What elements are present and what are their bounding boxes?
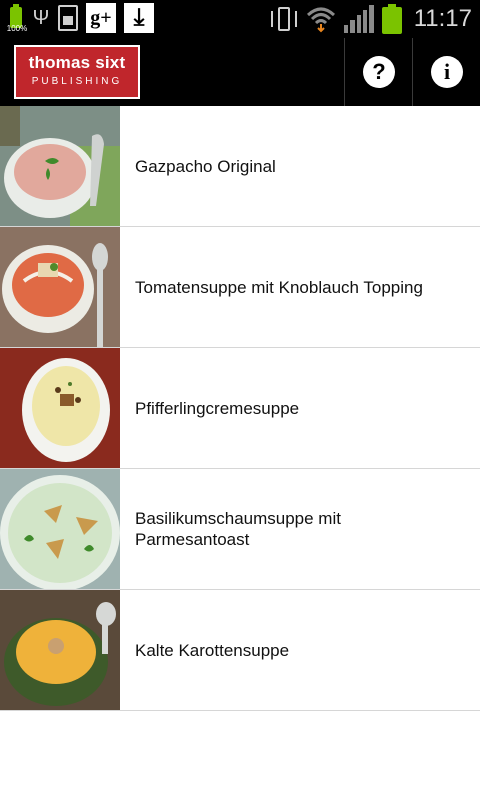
recipe-thumbnail [0,227,120,347]
clock: 11:17 [413,5,472,32]
status-bar: 100% Ψ g+ ⤓ 11:17 [0,0,480,38]
logo-line1: thomas sixt [28,53,126,72]
action-bar-divider [344,38,345,106]
recipe-thumbnail [0,348,120,468]
recipe-title: Kalte Karottensuppe [135,640,290,660]
recipe-thumbnail [0,469,120,589]
battery-icon [381,4,402,34]
status-bar-left: 100% Ψ g+ ⤓ [7,3,154,33]
google-plus-icon[interactable]: g+ [86,3,116,33]
sim-card-icon [58,5,78,31]
action-bar: thomas sixt PUBLISHING ? i [0,38,480,106]
recipe-title: Pfifferlingcremesuppe [135,398,300,418]
recipe-title: Gazpacho Original [135,156,276,176]
list-item[interactable]: Tomatensuppe mit Knoblauch Topping [0,227,480,348]
download-icon[interactable]: ⤓ [124,3,154,33]
list-item[interactable]: Kalte Karottensuppe [0,590,480,711]
help-button[interactable]: ? [346,38,412,106]
help-icon: ? [363,56,395,88]
recipe-title: Basilikumschaumsuppe mit Parmesantoast [135,509,341,549]
recipe-list: Gazpacho Original Tomatensuppe mit Knobl… [0,106,480,711]
info-button[interactable]: i [414,38,480,106]
recipe-title: Tomatensuppe mit Knoblauch Topping [135,277,423,297]
signal-icon [343,5,374,33]
app-logo: thomas sixt PUBLISHING [14,45,140,99]
usb-icon: Ψ [32,7,50,29]
wifi-icon [306,7,335,33]
battery-icon: 100% [7,4,27,33]
battery-percent: 100% [6,24,28,33]
vibrate-icon [270,5,298,33]
list-item[interactable]: Basilikumschaumsuppe mit Parmesantoast [0,469,480,590]
info-icon: i [431,56,463,88]
logo-line2: PUBLISHING [31,76,123,87]
list-item[interactable]: Gazpacho Original [0,106,480,227]
recipe-thumbnail [0,106,120,226]
action-bar-divider [412,38,413,106]
list-item[interactable]: Pfifferlingcremesuppe [0,348,480,469]
recipe-thumbnail [0,590,120,710]
status-bar-right: 11:17 [270,4,472,34]
